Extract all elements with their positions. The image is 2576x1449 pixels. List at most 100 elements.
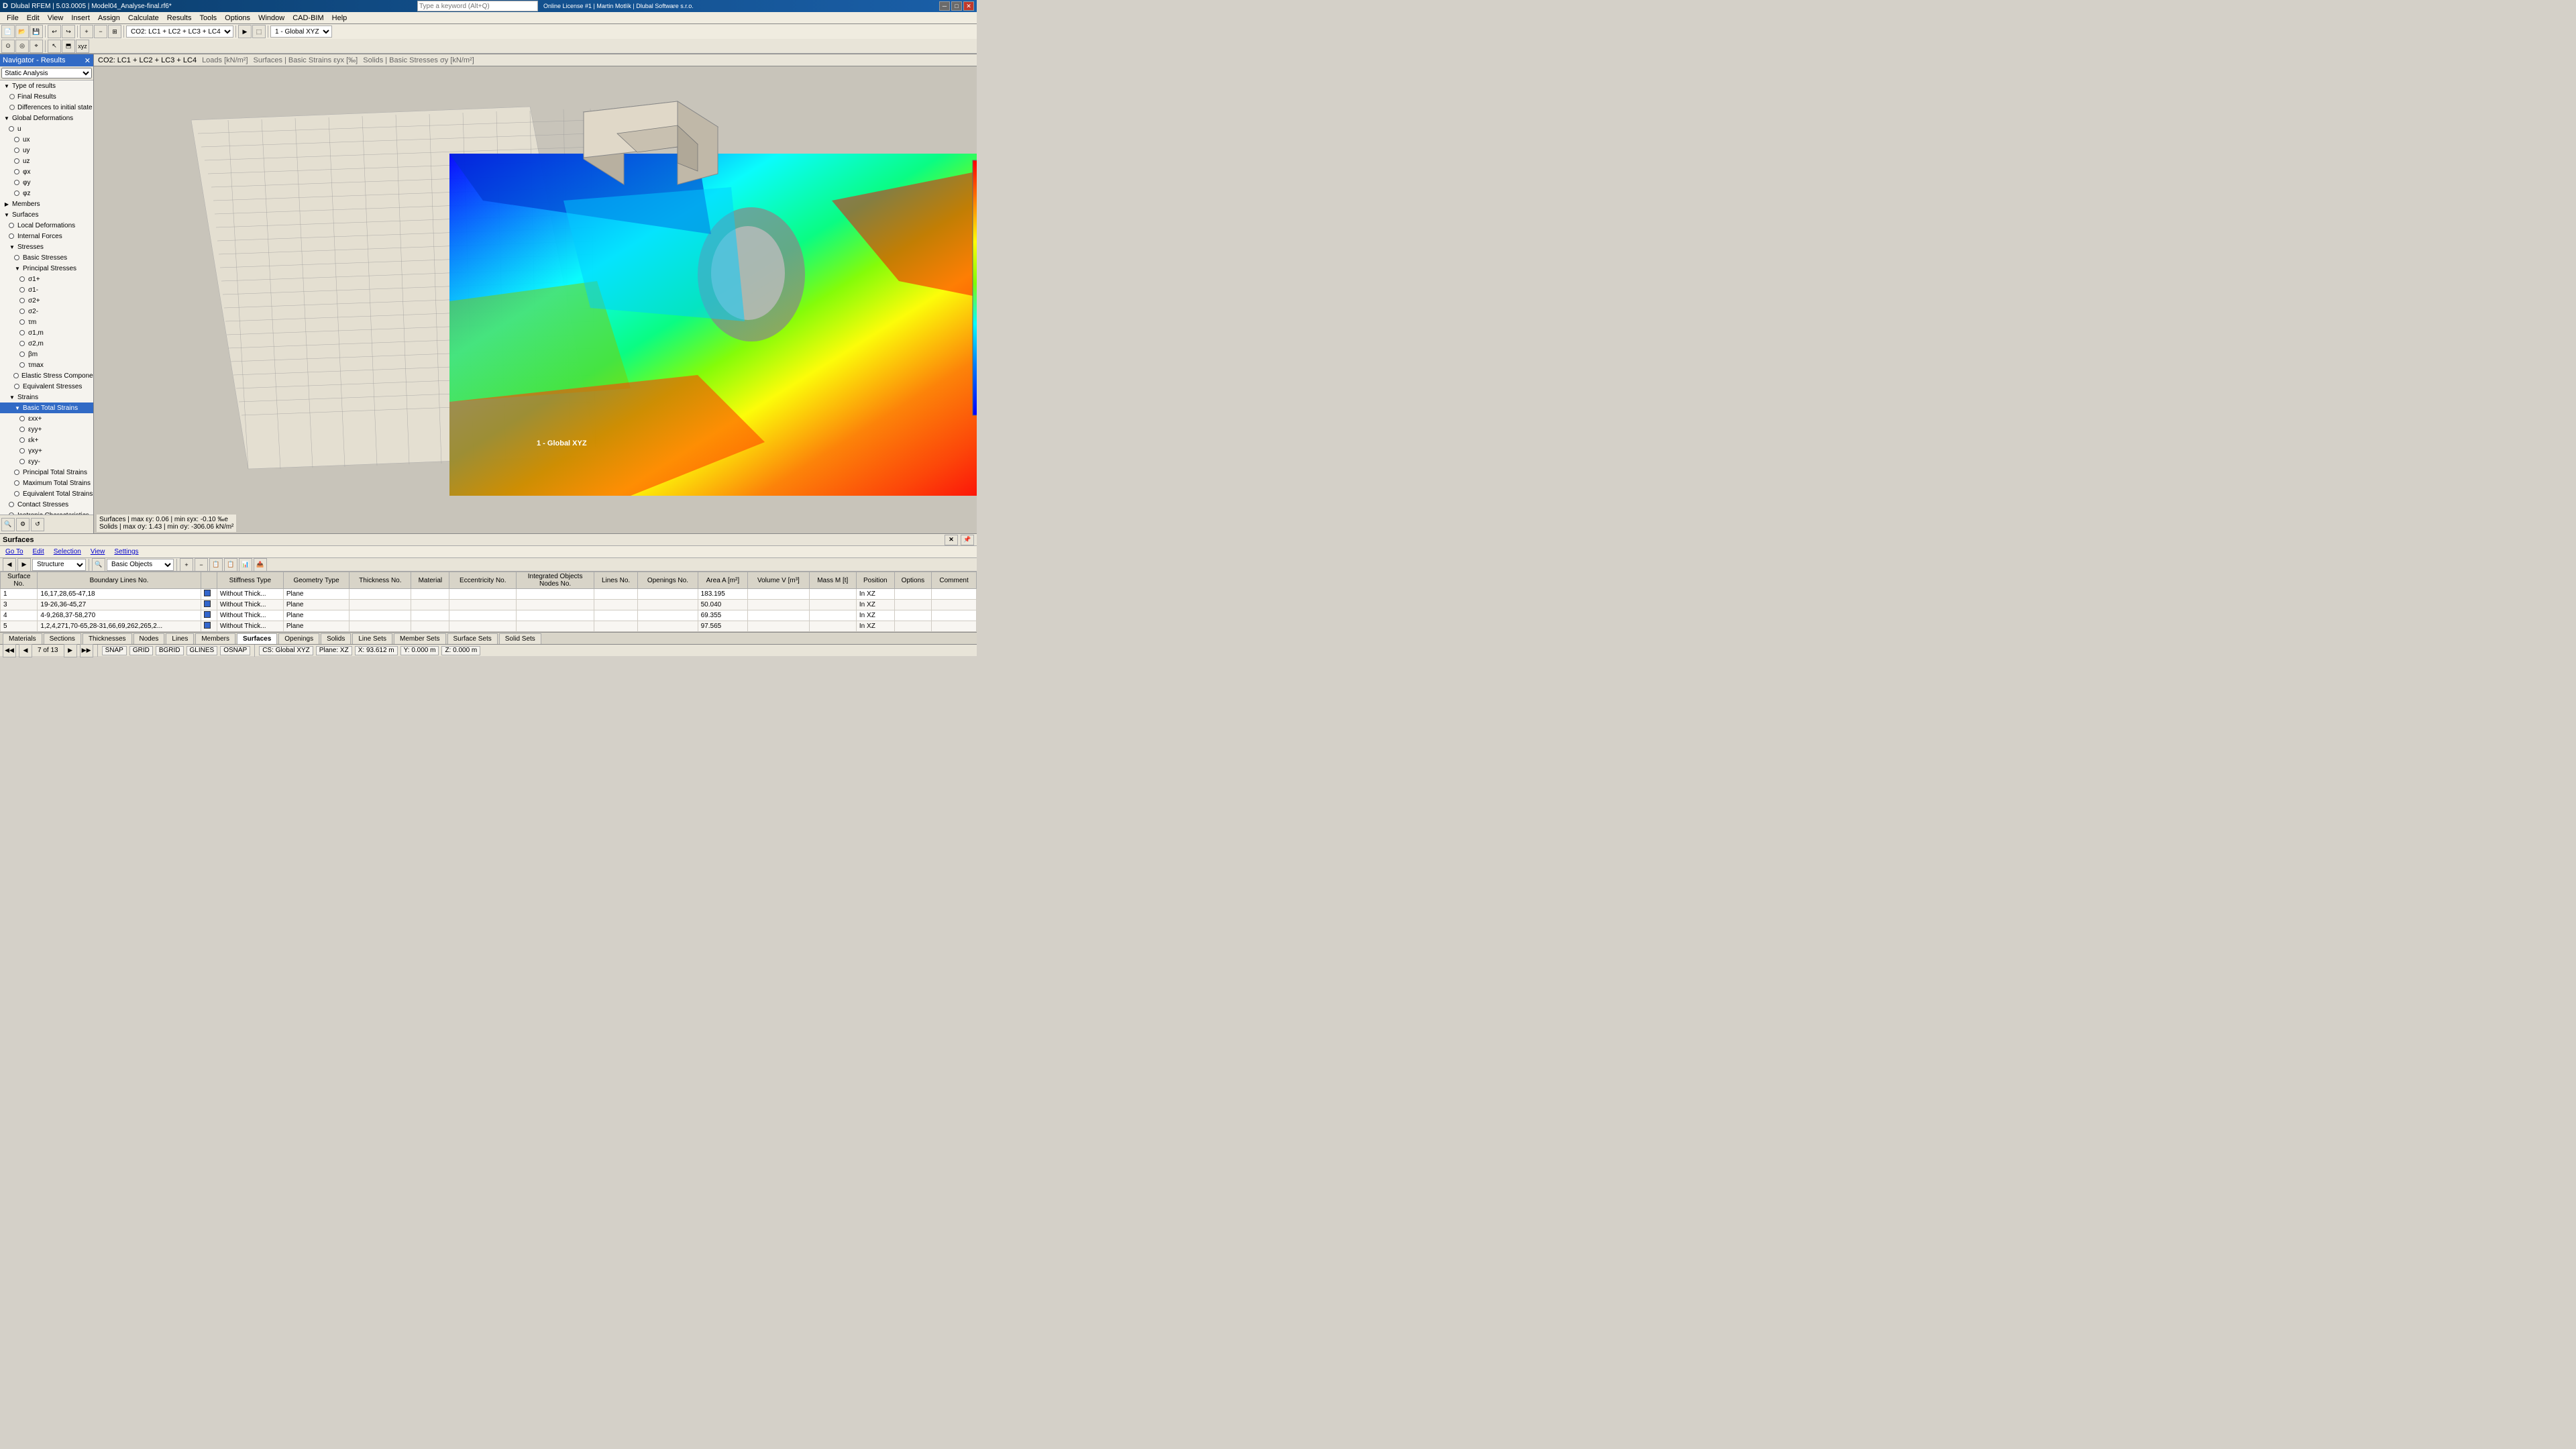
nav-tree-item-4[interactable]: u — [0, 123, 93, 134]
nav-tree-item-0[interactable]: ▼Type of results — [0, 80, 93, 91]
tab-members[interactable]: Members — [195, 633, 235, 644]
table-sub-btn2[interactable]: ▶ — [17, 558, 31, 572]
nav-tree-item-29[interactable]: ▼Strains — [0, 392, 93, 402]
menu-item-results[interactable]: Results — [163, 13, 196, 23]
menu-item-edit[interactable]: Edit — [23, 13, 44, 23]
snap-btn-1[interactable]: ⊙ — [1, 40, 15, 53]
nav-tree-item-20[interactable]: σ2+ — [0, 295, 93, 306]
tab-solid-sets[interactable]: Solid Sets — [499, 633, 541, 644]
zoom-in[interactable]: + — [80, 25, 93, 38]
zoom-out[interactable]: − — [94, 25, 107, 38]
basic-objects-combo[interactable]: Basic Objects — [107, 559, 174, 571]
nav-tree-item-7[interactable]: uz — [0, 156, 93, 166]
menu-item-tools[interactable]: Tools — [195, 13, 221, 23]
analysis-type-combo[interactable]: Static Analysis — [1, 68, 92, 78]
nav-tree-item-33[interactable]: εk+ — [0, 435, 93, 445]
nav-tree-item-15[interactable]: ▼Stresses — [0, 241, 93, 252]
menu-item-help[interactable]: Help — [328, 13, 352, 23]
tab-solids[interactable]: Solids — [321, 633, 351, 644]
table-sub-btn1[interactable]: ◀ — [3, 558, 16, 572]
search-input[interactable] — [417, 1, 538, 11]
nav-prev-btn[interactable]: ◀◀ — [3, 644, 16, 657]
sel-btn-2[interactable]: ⬒ — [62, 40, 75, 53]
nav-next-btn2[interactable]: ▶▶ — [80, 644, 93, 657]
table-pin-btn[interactable]: 📌 — [961, 535, 974, 545]
nav-tree-item-28[interactable]: Equivalent Stresses — [0, 381, 93, 392]
snap-item-snap[interactable]: SNAP — [102, 646, 127, 655]
nav-tree-item-26[interactable]: τmax — [0, 360, 93, 370]
nav-tree-item-24[interactable]: σ2,m — [0, 338, 93, 349]
nav-tree-item-11[interactable]: ▶Members — [0, 199, 93, 209]
nav-tree-item-2[interactable]: Differences to initial state — [0, 102, 93, 113]
nav-tree-item-6[interactable]: uy — [0, 145, 93, 156]
nav-btn-1[interactable]: 🔍 — [1, 518, 15, 531]
model-viewport[interactable]: 0.06 0.04 0.02 0.00 -0.03 -0.06 -0.08 -0… — [94, 66, 977, 533]
menu-item-window[interactable]: Window — [254, 13, 288, 23]
tab-nodes[interactable]: Nodes — [133, 633, 165, 644]
tab-member-sets[interactable]: Member Sets — [394, 633, 445, 644]
wireframe-btn[interactable]: ⬚ — [252, 25, 266, 38]
table-nav-selection[interactable]: Selection — [51, 548, 84, 555]
save-button[interactable]: 💾 — [30, 25, 43, 38]
menu-item-options[interactable]: Options — [221, 13, 254, 23]
nav-tree-item-37[interactable]: Maximum Total Strains — [0, 478, 93, 488]
tab-surface-sets[interactable]: Surface Sets — [447, 633, 498, 644]
nav-tree-item-39[interactable]: Contact Stresses — [0, 499, 93, 510]
nav-tree-item-36[interactable]: Principal Total Strains — [0, 467, 93, 478]
close-button[interactable]: ✕ — [963, 1, 974, 11]
nav-tree-item-12[interactable]: ▼Surfaces — [0, 209, 93, 220]
nav-btn-3[interactable]: ↺ — [31, 518, 44, 531]
nav-tree-item-19[interactable]: σ1- — [0, 284, 93, 295]
tab-thicknesses[interactable]: Thicknesses — [83, 633, 132, 644]
lc-combo[interactable]: CO2: LC1 + LC2 + LC3 + LC4 — [126, 25, 233, 38]
menu-item-view[interactable]: View — [44, 13, 68, 23]
table-row[interactable]: 44-9,268,37-58,270Without Thick...Plane6… — [1, 610, 977, 621]
tab-line-sets[interactable]: Line Sets — [352, 633, 392, 644]
table-row[interactable]: 319-26,36-45,27Without Thick...Plane50.0… — [1, 600, 977, 610]
nav-tree-item-35[interactable]: εyy- — [0, 456, 93, 467]
snap-item-osnap[interactable]: OSNAP — [220, 646, 250, 655]
nav-tree-item-1[interactable]: Final Results — [0, 91, 93, 102]
minimize-button[interactable]: ─ — [939, 1, 950, 11]
table-export-btn[interactable]: 📤 — [254, 558, 267, 572]
nav-prev-btn2[interactable]: ◀ — [19, 644, 32, 657]
undo-button[interactable]: ↩ — [48, 25, 61, 38]
nav-tree-item-23[interactable]: σ1,m — [0, 327, 93, 338]
table-copy-btn[interactable]: 📋 — [209, 558, 223, 572]
nav-tree-item-8[interactable]: φx — [0, 166, 93, 177]
nav-next-btn[interactable]: ▶ — [64, 644, 77, 657]
snap-item-bgrid[interactable]: BGRID — [156, 646, 184, 655]
nav-tree-item-17[interactable]: ▼Principal Stresses — [0, 263, 93, 274]
snap-item-glines[interactable]: GLINES — [186, 646, 218, 655]
nav-tree-item-10[interactable]: φz — [0, 188, 93, 199]
tab-lines[interactable]: Lines — [166, 633, 194, 644]
nav-tree-item-27[interactable]: Elastic Stress Components — [0, 370, 93, 381]
menu-item-file[interactable]: File — [3, 13, 23, 23]
nav-tree-item-22[interactable]: τm — [0, 317, 93, 327]
nav-tree-item-5[interactable]: ux — [0, 134, 93, 145]
nav-tree-item-38[interactable]: Equivalent Total Strains — [0, 488, 93, 499]
nav-tree-item-16[interactable]: Basic Stresses — [0, 252, 93, 263]
new-button[interactable]: 📄 — [1, 25, 15, 38]
nav-tree-item-34[interactable]: γxy+ — [0, 445, 93, 456]
table-nav-view[interactable]: View — [88, 548, 108, 555]
nav-tree-item-30[interactable]: ▼Basic Total Strains — [0, 402, 93, 413]
table-row[interactable]: 51,2,4,271,70-65,28-31,66,69,262,265,2..… — [1, 621, 977, 632]
table-paste-btn[interactable]: 📋 — [224, 558, 237, 572]
menu-item-insert[interactable]: Insert — [67, 13, 94, 23]
nav-tree-item-25[interactable]: βm — [0, 349, 93, 360]
table-close-btn[interactable]: ✕ — [945, 535, 958, 545]
tab-openings[interactable]: Openings — [278, 633, 319, 644]
menu-item-assign[interactable]: Assign — [94, 13, 124, 23]
table-nav-settings[interactable]: Settings — [111, 548, 141, 555]
menu-item-calculate[interactable]: Calculate — [124, 13, 163, 23]
menu-item-cad-bim[interactable]: CAD-BIM — [288, 13, 327, 23]
structure-combo[interactable]: Structure — [32, 559, 86, 571]
zoom-fit[interactable]: ⊞ — [108, 25, 121, 38]
table-nav-go to[interactable]: Go To — [3, 548, 26, 555]
nav-tree-item-3[interactable]: ▼Global Deformations — [0, 113, 93, 123]
tab-materials[interactable]: Materials — [3, 633, 42, 644]
axis-btn[interactable]: xyz — [76, 40, 89, 53]
snap-btn-2[interactable]: ◎ — [15, 40, 29, 53]
nav-tree-item-40[interactable]: Isotropic Characteristics — [0, 510, 93, 515]
